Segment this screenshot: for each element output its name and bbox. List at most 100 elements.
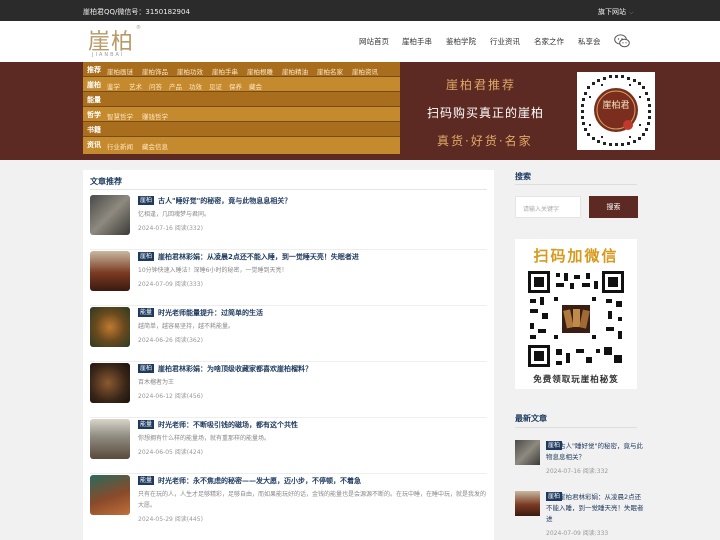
latest-title: 最新文章 (515, 414, 547, 423)
latest-title-text[interactable]: 崖柏君林彩娟：从凌晨2点还不能入睡，到一觉睡天亮！失眠者进 (546, 492, 646, 525)
registered-mark: ® (136, 25, 141, 31)
article-thumbnail[interactable] (90, 419, 130, 459)
site-logo[interactable]: 崖柏 ® JIANBAI (88, 24, 144, 60)
article-title[interactable]: 时光老师能量提升：过简单的生活 (158, 308, 488, 318)
article-meta: 2024-06-12 阅读(456) (138, 393, 203, 400)
article-item[interactable]: 崖柏 崖柏君林彩娟：为啥顶级收藏家都喜欢崖柏榴料？ 百木榴者为王 2024-06… (83, 363, 494, 419)
article-item[interactable]: 崖柏 古人"睡好觉"的秘密，竟与此物息息相关？ 忆相逢，几回魂梦与君同。 202… (83, 195, 494, 251)
article-item[interactable]: 能量 时光老师：不断吸引钱的磁场，都有这个共性 你想拥有什么样的能量场，就有重那… (83, 419, 494, 475)
divider (90, 249, 487, 250)
category-panel: 推荐 崖柏画谜 崖柏饰品 崖柏功效 崖柏手串 崖柏根雕 崖柏精油 崖柏名家 崖柏… (83, 62, 400, 154)
category-link[interactable]: 艺术 (129, 81, 142, 91)
article-title[interactable]: 古人"睡好觉"的秘密，竟与此物息息相关？ (158, 196, 488, 206)
nav-masters[interactable]: 名家之作 (534, 36, 564, 47)
site-menu-label: 旗下网站 (598, 8, 626, 16)
banner-qr-code[interactable]: 崖柏君 (577, 72, 655, 150)
nav-academy[interactable]: 鉴柏学院 (446, 36, 476, 47)
nav-home[interactable]: 网站首页 (359, 36, 389, 47)
category-link[interactable]: 鉴学 (107, 81, 120, 91)
article-thumbnail[interactable] (90, 251, 130, 291)
article-tag[interactable]: 崖柏 (138, 196, 155, 205)
article-tag[interactable]: 崖柏 (138, 252, 155, 261)
category-link[interactable]: 崖柏功效 (177, 66, 203, 76)
promo-tags: 真货·好货·名家 (437, 134, 533, 148)
article-title[interactable]: 崖柏君林彩娟：为啥顶级收藏家都喜欢崖柏榴料？ (158, 364, 488, 374)
article-meta: 2024-06-05 阅读(424) (138, 449, 203, 456)
latest-thumbnail[interactable] (515, 440, 540, 465)
divider (515, 427, 637, 428)
article-excerpt: 忆相逢，几回魂梦与君同。 (138, 211, 211, 218)
latest-article-item[interactable]: 崖柏 崖柏君林彩娟：从凌晨2点还不能入睡，到一觉睡天亮！失眠者进 2024-07… (515, 491, 645, 539)
article-thumbnail[interactable] (90, 307, 130, 347)
article-thumbnail[interactable] (90, 363, 130, 403)
article-item[interactable]: 崖柏 崖柏君林彩娟：从凌晨2点还不能入睡，到一觉睡天亮！失眠者进 10分钟快速入… (83, 251, 494, 307)
site-header: 崖柏 ® JIANBAI 网站首页 崖柏手串 鉴柏学院 行业资讯 名家之作 私享… (0, 21, 720, 62)
search-input[interactable]: 请输入关键字 (515, 196, 581, 218)
promo-title: 崖柏君推荐 (446, 78, 517, 92)
latest-article-item[interactable]: 崖柏 古人"睡好觉"的秘密，竟与此物息息相关？ 2024-07-16 阅读:33… (515, 440, 645, 488)
article-meta: 2024-05-29 阅读(445) (138, 516, 203, 523)
article-title[interactable]: 时光老师：不断吸引钱的磁场，都有这个共性 (158, 420, 488, 430)
article-item[interactable]: 能量 时光老师：永不焦虑的秘密——发大愿，迈小步，不停顿，不着急 只有在玩的人，… (83, 475, 494, 537)
category-link[interactable]: 行业新闻 (107, 141, 133, 151)
category-link[interactable]: 崖柏根雕 (247, 66, 273, 76)
search-title: 搜索 (515, 172, 531, 181)
category-link[interactable]: 产品 (169, 81, 182, 91)
category-head[interactable]: 崖柏 (87, 80, 101, 90)
category-link[interactable]: 藏会信息 (142, 141, 168, 151)
wechat-qr-card[interactable]: 扫码加微信 免费领取玩崖柏秘笈 (515, 239, 637, 389)
category-link[interactable]: 藏会 (249, 81, 262, 91)
nav-private-club[interactable]: 私享会 (578, 36, 601, 47)
search-button[interactable]: 搜索 (589, 196, 638, 218)
category-link[interactable]: 崖柏饰品 (142, 66, 168, 76)
article-tag[interactable]: 能量 (138, 476, 155, 485)
article-meta: 2024-07-09 阅读(333) (138, 281, 203, 288)
article-tag[interactable]: 能量 (138, 308, 155, 317)
top-bar: 崖柏君QQ/微信号：3150182904 旗下网站 ⌵ (0, 0, 720, 21)
site-menu-link[interactable]: 旗下网站 ⌵ (598, 7, 634, 17)
promo-banner: 推荐 崖柏画谜 崖柏饰品 崖柏功效 崖柏手串 崖柏根雕 崖柏精油 崖柏名家 崖柏… (0, 62, 720, 160)
article-tag[interactable]: 能量 (138, 420, 155, 429)
article-thumbnail[interactable] (90, 195, 130, 235)
category-head[interactable]: 能量 (87, 95, 101, 105)
divider (90, 473, 487, 474)
category-link[interactable]: 崖柏画谜 (107, 66, 133, 76)
category-head[interactable]: 推荐 (87, 65, 101, 75)
category-link[interactable]: 崖柏精油 (282, 66, 308, 76)
category-link[interactable]: 见证 (209, 81, 222, 91)
category-head[interactable]: 哲学 (87, 110, 101, 120)
category-link[interactable]: 保养 (229, 81, 242, 91)
category-link[interactable]: 问答 (149, 81, 162, 91)
panel-title: 文章推荐 (90, 177, 122, 186)
wechat-icon[interactable] (614, 34, 630, 48)
category-row-energy: 能量 (83, 92, 400, 107)
category-link[interactable]: 智慧哲学 (107, 111, 133, 121)
article-excerpt: 10分钟快速入睡法！深睡6小时的秘密，一觉睡到天亮！ (138, 267, 288, 274)
category-row-recommend: 推荐 崖柏画谜 崖柏饰品 崖柏功效 崖柏手串 崖柏根雕 崖柏精油 崖柏名家 崖柏… (83, 62, 400, 77)
qr-code-image: 崖柏君 (581, 75, 651, 146)
category-row-philosophy: 哲学 智慧哲学 赚钱哲学 (83, 107, 400, 122)
article-meta: 2024-07-16 阅读(332) (138, 225, 203, 232)
article-item[interactable]: 能量 时光老师能量提升：过简单的生活 越简单，越容易坚持，越不耗能量。 2024… (83, 307, 494, 363)
category-head[interactable]: 资讯 (87, 140, 101, 150)
category-link[interactable]: 崖柏名家 (317, 66, 343, 76)
article-tag[interactable]: 崖柏 (138, 364, 155, 373)
category-head[interactable]: 书籍 (87, 125, 101, 135)
article-title[interactable]: 崖柏君林彩娟：从凌晨2点还不能入睡，到一觉睡天亮！失眠者进 (158, 252, 488, 262)
nav-news[interactable]: 行业资讯 (490, 36, 520, 47)
latest-title-text[interactable]: 古人"睡好觉"的秘密，竟与此物息息相关？ (546, 441, 646, 463)
category-link[interactable]: 崖柏资讯 (352, 66, 378, 76)
article-list-panel: 文章推荐 崖柏 古人"睡好觉"的秘密，竟与此物息息相关？ 忆相逢，几回魂梦与君同… (83, 170, 494, 540)
category-link[interactable]: 功效 (189, 81, 202, 91)
qr-card-heading: 扫码加微信 (533, 247, 619, 265)
category-link[interactable]: 崖柏手串 (212, 66, 238, 76)
qr-caption: 崖柏君 (602, 99, 629, 111)
category-link[interactable]: 赚钱哲学 (142, 111, 168, 121)
article-excerpt: 你想拥有什么样的能量场，就有重那样的能量场。 (138, 435, 271, 442)
nav-bracelets[interactable]: 崖柏手串 (402, 36, 432, 47)
category-row-yabai: 崖柏 鉴学 艺术 问答 产品 功效 见证 保养 藏会 (83, 77, 400, 92)
article-title[interactable]: 时光老师：永不焦虑的秘密——发大愿，迈小步，不停顿，不着急 (158, 476, 488, 486)
qr-card-footer: 免费领取玩崖柏秘笈 (533, 375, 619, 385)
article-thumbnail[interactable] (90, 475, 130, 515)
latest-thumbnail[interactable] (515, 491, 540, 516)
